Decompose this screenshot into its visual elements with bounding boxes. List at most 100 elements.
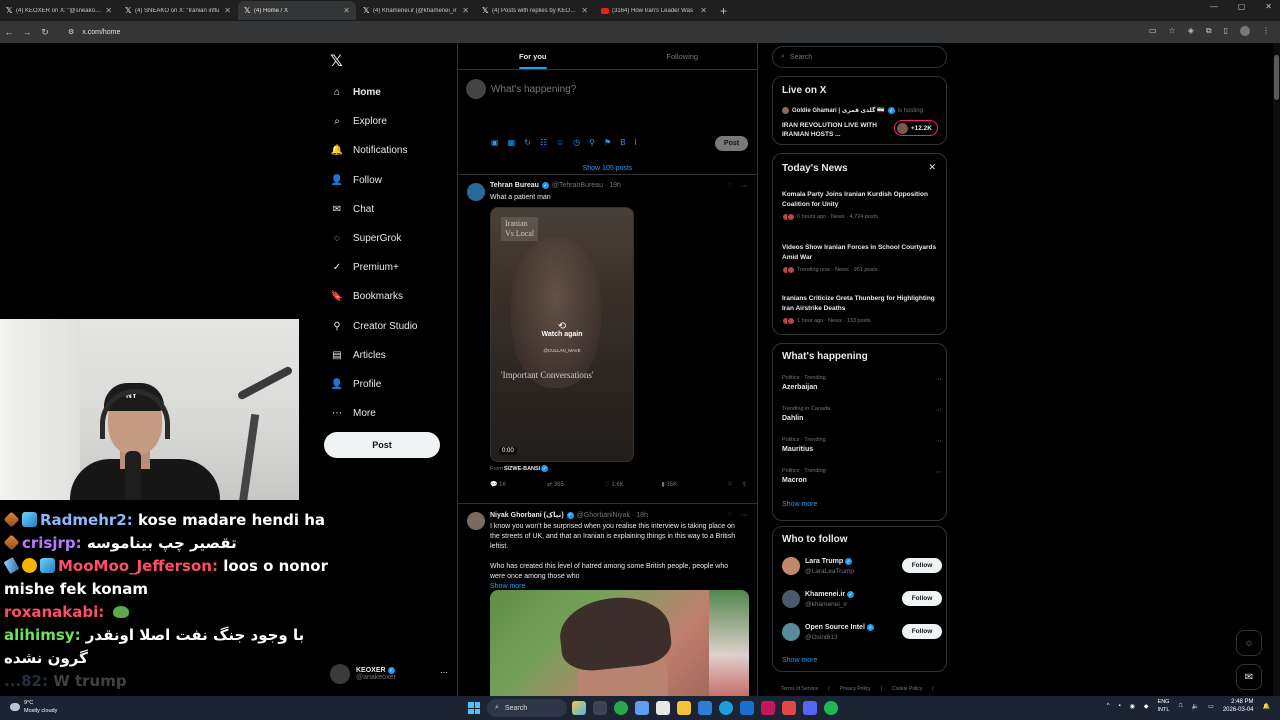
tab-for-you[interactable]: For you: [458, 43, 608, 69]
clock[interactable]: 2:48 PM 2026-03-04: [1223, 698, 1254, 714]
emoji-icon[interactable]: ☺: [556, 138, 564, 147]
tweet-more-icon[interactable]: ⋯: [741, 511, 748, 519]
italic-icon[interactable]: I: [635, 138, 637, 147]
tweet-handle-time[interactable]: @GhorbaniNiyak · 18h: [577, 512, 648, 519]
x-logo[interactable]: 𝕏: [330, 51, 343, 70]
grok-icon[interactable]: ◌: [728, 182, 732, 190]
cast-icon[interactable]: ▭: [1149, 26, 1157, 36]
minimize-button[interactable]: —: [1210, 2, 1218, 11]
extensions-puzzle-icon[interactable]: ⧉: [1206, 26, 1212, 36]
tweet-more-icon[interactable]: ⋯: [741, 182, 748, 190]
tweet-author-name[interactable]: Niyak Ghorbani (نیاک): [490, 511, 564, 519]
browser-tab[interactable]: 𝕏 (4) Posts with replies by KEOXE ✕: [476, 1, 594, 20]
tab-close-icon[interactable]: ✕: [462, 6, 469, 15]
footer-link[interactable]: Privacy Policy: [840, 686, 871, 692]
follow-button[interactable]: Follow: [902, 558, 942, 573]
language-indicator[interactable]: ENG INTL: [1158, 698, 1170, 714]
sidebar-item-articles[interactable]: ▤ Articles: [329, 341, 417, 370]
news-item[interactable]: Videos Show Iranian Forces in School Cou…: [782, 243, 937, 274]
follow-button[interactable]: Follow: [902, 624, 942, 639]
follow-show-more-link[interactable]: Show more: [782, 657, 817, 664]
image-icon[interactable]: ▣: [491, 138, 499, 147]
watch-again-button[interactable]: Watch again: [491, 331, 633, 338]
footer-link[interactable]: Terms of Service: [781, 686, 818, 692]
flag-icon[interactable]: ⚑: [604, 138, 611, 147]
reply-button[interactable]: 💬 16: [490, 481, 547, 488]
sidebar-item-supergrok[interactable]: ◌ SuperGrok: [329, 224, 417, 253]
gmail-icon[interactable]: [761, 701, 775, 715]
grok-icon[interactable]: ↻: [524, 138, 531, 147]
trend-item[interactable]: Politics · Trending Macron ⋯: [782, 468, 942, 484]
tab-close-icon[interactable]: ✕: [700, 6, 707, 15]
widgets-icon[interactable]: [572, 701, 586, 715]
tray-app-icon[interactable]: ▪: [1119, 703, 1121, 709]
browser-tab[interactable]: 𝕏 (4) Home / X ✕: [238, 1, 356, 20]
browser-profile-avatar[interactable]: [1240, 26, 1250, 36]
discord-icon[interactable]: [803, 701, 817, 715]
news-item[interactable]: Komala Party Joins Iranian Kurdish Oppos…: [782, 190, 937, 221]
sidebar-item-more[interactable]: ⋯ More: [329, 399, 417, 428]
live-host[interactable]: Goldie Ghamari | گلدی قمری 🇮🇷 ✓ is hosti…: [782, 107, 923, 114]
page-scrollbar[interactable]: [1273, 43, 1280, 696]
tweet[interactable]: Tehran Bureau ✓ @TehranBureau · 19h ◌ ⋯ …: [458, 175, 757, 504]
weather-widget[interactable]: 9°C Mostly cloudy: [10, 699, 57, 715]
share-icon[interactable]: ⇪: [742, 481, 747, 488]
user-name[interactable]: Open Source Intel: [805, 624, 865, 631]
store-icon[interactable]: [656, 701, 670, 715]
live-listener-count[interactable]: +12.2K: [893, 120, 938, 136]
tab-close-icon[interactable]: ✕: [343, 6, 350, 15]
scrollbar-thumb[interactable]: [1274, 55, 1279, 100]
follow-suggestion[interactable]: Lara Trump ✓ @LaraLeaTrump Follow: [782, 555, 942, 577]
volume-icon[interactable]: 🔈: [1192, 703, 1199, 710]
notification-bell-icon[interactable]: 🔔: [1263, 703, 1270, 710]
browser-tab[interactable]: 𝕏 (4) KEOXER on X: "@sneako Fre ✕: [0, 1, 118, 20]
close-icon[interactable]: ✕: [928, 162, 936, 173]
network-icon[interactable]: ⎍: [1178, 703, 1182, 710]
trend-more-icon[interactable]: ⋯: [935, 375, 942, 383]
tab-close-icon[interactable]: ✕: [581, 6, 588, 15]
browser-menu-icon[interactable]: ⋮: [1262, 26, 1270, 36]
sidebar-item-bookmarks[interactable]: 🔖 Bookmarks: [329, 282, 417, 311]
sidebar-item-premium[interactable]: ✓ Premium+: [329, 253, 417, 282]
grok-icon[interactable]: ◌: [728, 511, 732, 519]
sidebar-icon[interactable]: ▯: [1224, 26, 1228, 36]
browser-tab[interactable]: (3164) How Iran's Leader Was ✕: [595, 1, 713, 20]
battery-icon[interactable]: ▭: [1208, 703, 1214, 710]
url-field[interactable]: ⚙ x.com/home: [68, 28, 120, 37]
bookmark-icon[interactable]: ⚐: [728, 481, 733, 488]
sidebar-item-chat[interactable]: ✉ Chat: [329, 195, 417, 224]
follow-button[interactable]: Follow: [902, 591, 942, 606]
views-button[interactable]: ▮ 35K: [661, 481, 718, 488]
account-switcher[interactable]: KEOXER ✓ @ariakeoxer ⋯: [330, 662, 448, 686]
trend-more-icon[interactable]: ⋯: [935, 406, 942, 414]
app-icon[interactable]: [782, 701, 796, 715]
sidebar-item-notifications[interactable]: 🔔 Notifications: [329, 136, 417, 165]
gif-icon[interactable]: ▦: [508, 138, 516, 147]
taskbar-search[interactable]: ⌕ Search: [487, 699, 567, 717]
user-avatar[interactable]: [782, 623, 800, 641]
search-input[interactable]: ⌕ Search: [772, 46, 947, 68]
repost-button[interactable]: ⇄ 365: [547, 481, 604, 488]
tab-following[interactable]: Following: [608, 43, 758, 69]
trend-item[interactable]: Trending in Canada Dahlin ⋯: [782, 406, 942, 422]
account-more-icon[interactable]: ⋯: [440, 668, 448, 677]
tweet-avatar[interactable]: [467, 183, 485, 201]
browser-tab[interactable]: 𝕏 (4) Khamenei.ir (@khamenei_ir ✕: [357, 1, 475, 20]
compose-post-button[interactable]: Post: [715, 136, 748, 151]
extension-icon[interactable]: ◈: [1188, 26, 1194, 36]
grok-fab-icon[interactable]: ◌: [1236, 630, 1262, 656]
site-info-icon[interactable]: ⚙: [68, 28, 74, 36]
live-stream-title[interactable]: IRAN REVOLUTION LIVE WITH IRANIAN HOSTS …: [782, 121, 882, 139]
copilot-icon[interactable]: [635, 701, 649, 715]
footer-link[interactable]: Cookie Policy: [892, 686, 922, 692]
tweet[interactable]: Niyak Ghorbani (نیاک) ✓ @GhorbaniNiyak ·…: [458, 504, 757, 720]
reload-icon[interactable]: ↻: [36, 27, 54, 38]
user-avatar[interactable]: [782, 590, 800, 608]
location-icon[interactable]: ⚲: [589, 138, 595, 147]
user-name[interactable]: Khamenei.ir: [805, 591, 845, 598]
close-window-button[interactable]: ✕: [1265, 2, 1272, 11]
news-item[interactable]: Iranians Criticize Greta Thunberg for Hi…: [782, 294, 937, 325]
trend-item[interactable]: Politics · Trending Azerbaijan ⋯: [782, 375, 942, 391]
bookmark-star-icon[interactable]: ☆: [1169, 26, 1176, 36]
tab-close-icon[interactable]: ✕: [105, 6, 112, 15]
